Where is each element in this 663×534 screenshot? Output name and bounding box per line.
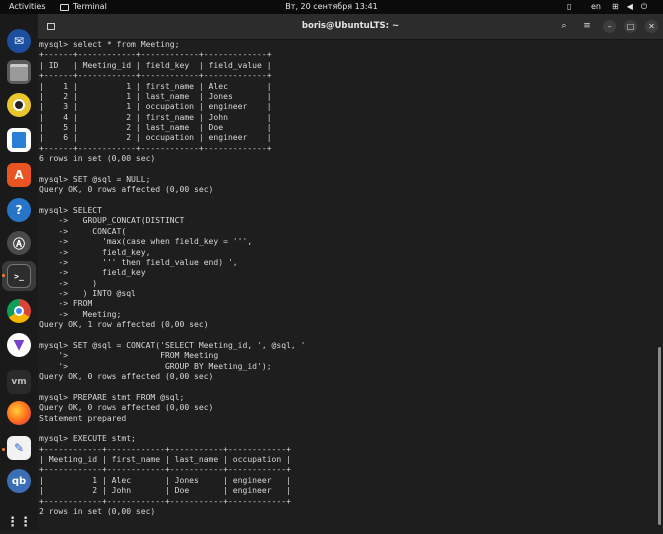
terminal-line: | ID | Meeting_id | field_key | field_va… [39,60,272,70]
terminal-line: | 6 | 2 | occupation | engineer | [39,133,272,143]
terminal-line: '> FROM Meeting [39,351,219,361]
terminal-header-bar: boris@UbuntuLTS: ~ ⌕ ≡ – □ ✕ [38,14,663,40]
terminal-line: -> ) [39,278,98,288]
maximize-button[interactable]: □ [624,20,637,33]
terminal-line: mysql> SELECT [39,206,102,215]
help-icon[interactable]: ? [7,198,31,222]
terminal-line: +------+------------+------------+------… [39,50,272,60]
terminal-line: +------------+------------+-----------+-… [39,444,291,454]
keyboard-layout-indicator[interactable]: en [591,1,601,13]
terminal-line: Query OK, 0 rows affected (0,00 sec) [39,372,214,381]
power-icon[interactable]: ⏻ [641,1,647,13]
files-icon[interactable] [7,60,31,84]
terminal-line: | 5 | 2 | last_name | Doe | [39,123,272,132]
terminal-line: -> field_key [39,268,146,278]
terminal-line: '> GROUP BY Meeting_id'); [39,361,272,371]
terminal-line: -> GROUP_CONCAT(DISTINCT [39,216,185,226]
thunderbird-icon[interactable]: ✉ [7,29,31,53]
chrome-icon[interactable] [7,299,31,323]
terminal-line: -> field_key, [39,247,151,257]
terminal-output-area[interactable]: mysql> select * from Meeting; +------+---… [38,40,663,530]
volume-icon[interactable]: ◀ [627,1,633,13]
qbittorrent-icon[interactable]: qb [7,469,31,493]
terminal-line: Query OK, 0 rows affected (0,00 sec) [39,185,214,195]
terminal-line: -> ''' then field_value end) ', [39,257,238,267]
terminal-line: | 1 | Alec | Jones | engineer | [39,475,291,485]
terminal-line: | 2 | John | Doe | engineer | [39,486,291,496]
terminal-line: -> Meeting; [39,309,122,319]
vmware-icon[interactable]: vm [7,370,31,394]
terminal-line: -> 'max(case when field_key = ''', [39,237,253,247]
terminal-line: +------+------------+------------+------… [39,71,272,81]
terminal-line: 2 rows in set (0,00 sec) [39,506,156,516]
text-editor-icon[interactable]: ✎ [7,436,31,460]
terminal-line: mysql> EXECUTE stmt; [39,434,136,444]
show-apps-icon[interactable]: ⋮⋮ [6,510,32,534]
clipboard-icon[interactable]: ▯ [567,1,571,13]
minimize-button[interactable]: – [603,20,616,33]
terminal-line: Query OK, 1 row affected (0,00 sec) [39,320,209,330]
dock: ✉ A ? Ⓐ >_ ▼ vm ✎ qb ⋮⋮ [0,14,38,530]
firefox-icon[interactable] [7,401,31,425]
terminal-icon[interactable]: >_ [7,264,31,288]
terminal-line: mysql> PREPARE stmt FROM @sql; [39,392,185,402]
rhythmbox-icon[interactable] [7,93,31,117]
terminal-line: 6 rows in set (0,00 sec) [39,154,156,164]
terminal-line: Statement prepared [39,413,127,423]
terminal-line: -> ) INTO @sql [39,289,136,298]
terminal-scrollbar[interactable] [658,347,661,525]
vpn-icon[interactable]: ▼ [7,333,31,357]
terminal-line: +------+------------+------------+------… [39,143,272,153]
terminal-output: mysql> select * from Meeting; +------+---… [38,40,663,517]
terminal-line: -> FROM [39,299,93,309]
search-icon[interactable]: ⌕ [557,19,571,33]
terminal-line: -> CONCAT( [39,226,127,236]
clock[interactable]: Вт, 20 сентября 13:41 [0,1,663,13]
top-bar: Activities Terminal Вт, 20 сентября 13:4… [0,0,663,14]
terminal-line: +------------+------------+-----------+-… [39,496,291,506]
terminal-line: | 1 | 1 | first_name | Alec | [39,81,272,91]
terminal-line: +------------+------------+-----------+-… [39,465,291,475]
menu-icon[interactable]: ≡ [580,19,594,33]
terminal-line: | 2 | 1 | last_name | Jones | [39,91,272,101]
close-button[interactable]: ✕ [645,20,658,33]
running-indicator [2,274,5,277]
terminal-line: | 3 | 1 | occupation | engineer | [39,102,272,112]
running-indicator [2,448,5,451]
libreoffice-writer-icon[interactable] [7,128,31,152]
terminal-line: Query OK, 0 rows affected (0,00 sec) [39,403,214,413]
settings-icon[interactable]: Ⓐ [7,231,31,255]
terminal-line: mysql> select * from Meeting; [39,40,180,49]
network-icon[interactable]: ⊞ [612,1,619,13]
terminal-line: | 4 | 2 | first_name | John | [39,112,272,122]
terminal-line: | Meeting_id | first_name | last_name | … [39,455,291,464]
terminal-line: mysql> SET @sql = NULL; [39,174,151,184]
terminal-line: mysql> SET @sql = CONCAT('SELECT Meeting… [39,340,306,350]
app-center-icon[interactable]: A [7,163,31,187]
